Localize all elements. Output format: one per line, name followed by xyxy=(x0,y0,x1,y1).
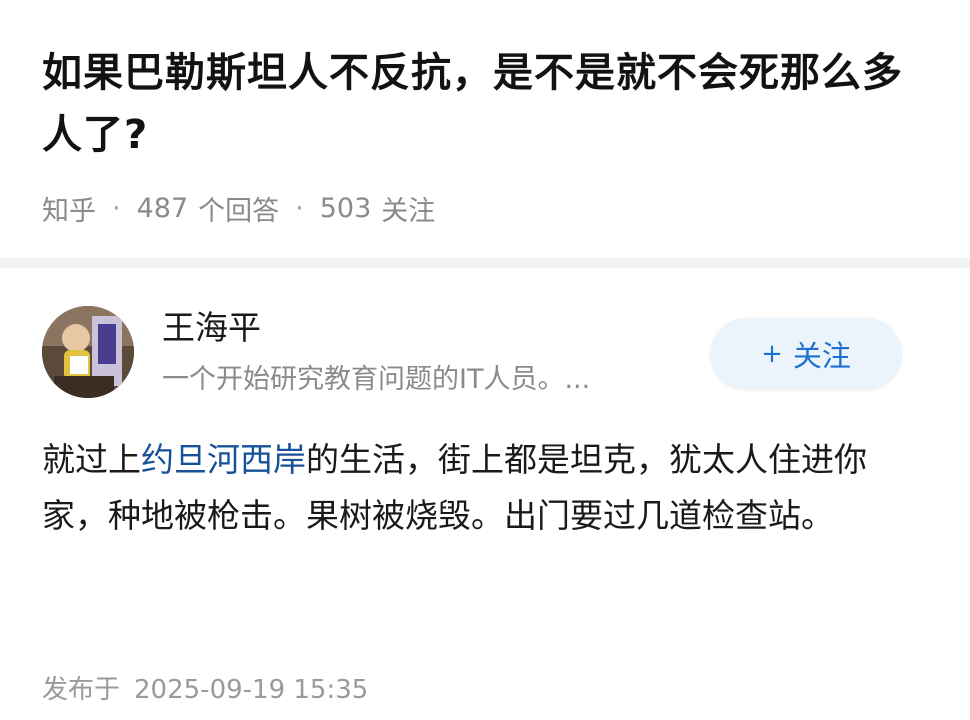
source-label[interactable]: 知乎 xyxy=(42,189,96,228)
avatar-photo-icon xyxy=(42,306,134,398)
question-title[interactable]: 如果巴勒斯坦人不反抗，是不是就不会死那么多人了? xyxy=(42,42,932,166)
follow-button[interactable]: + 关注 xyxy=(710,318,902,390)
followers-count: 503 xyxy=(319,192,372,224)
topic-link[interactable]: 约旦河西岸 xyxy=(141,440,306,479)
publish-time: 2025-09-19 15:35 xyxy=(134,675,369,705)
question-meta: 知乎 · 487 个回答 · 503 关注 xyxy=(42,186,435,230)
meta-separator: · xyxy=(295,192,304,224)
avatar[interactable] xyxy=(42,306,134,398)
author-bio: 一个开始研究教育问题的IT人员。... xyxy=(162,364,591,395)
answer-content: 就过上约旦河西岸的生活，街上都是坦克，犹太人住进你家，种地被枪击。果树被烧毁。出… xyxy=(42,432,922,544)
publish-label: 发布于 xyxy=(42,675,121,705)
page: 如果巴勒斯坦人不反抗，是不是就不会死那么多人了? 知乎 · 487 个回答 · … xyxy=(0,0,970,720)
followers-label: 关注 xyxy=(381,195,436,227)
answers-label: 个回答 xyxy=(198,195,280,227)
author-name[interactable]: 王海平 xyxy=(162,306,261,350)
publish-info: 发布于 2025-09-19 15:35 xyxy=(42,670,368,710)
follow-button-label: 关注 xyxy=(792,339,851,373)
answer-author: 王海平 一个开始研究教育问题的IT人员。... + 关注 xyxy=(0,268,970,418)
meta-separator: · xyxy=(112,192,121,224)
answers-count: 487 xyxy=(136,192,189,224)
section-divider xyxy=(0,258,970,268)
plus-icon: + xyxy=(761,339,783,369)
question-header: 如果巴勒斯坦人不反抗，是不是就不会死那么多人了? 知乎 · 487 个回答 · … xyxy=(0,0,970,258)
answer-text-start: 就过上 xyxy=(42,440,141,479)
